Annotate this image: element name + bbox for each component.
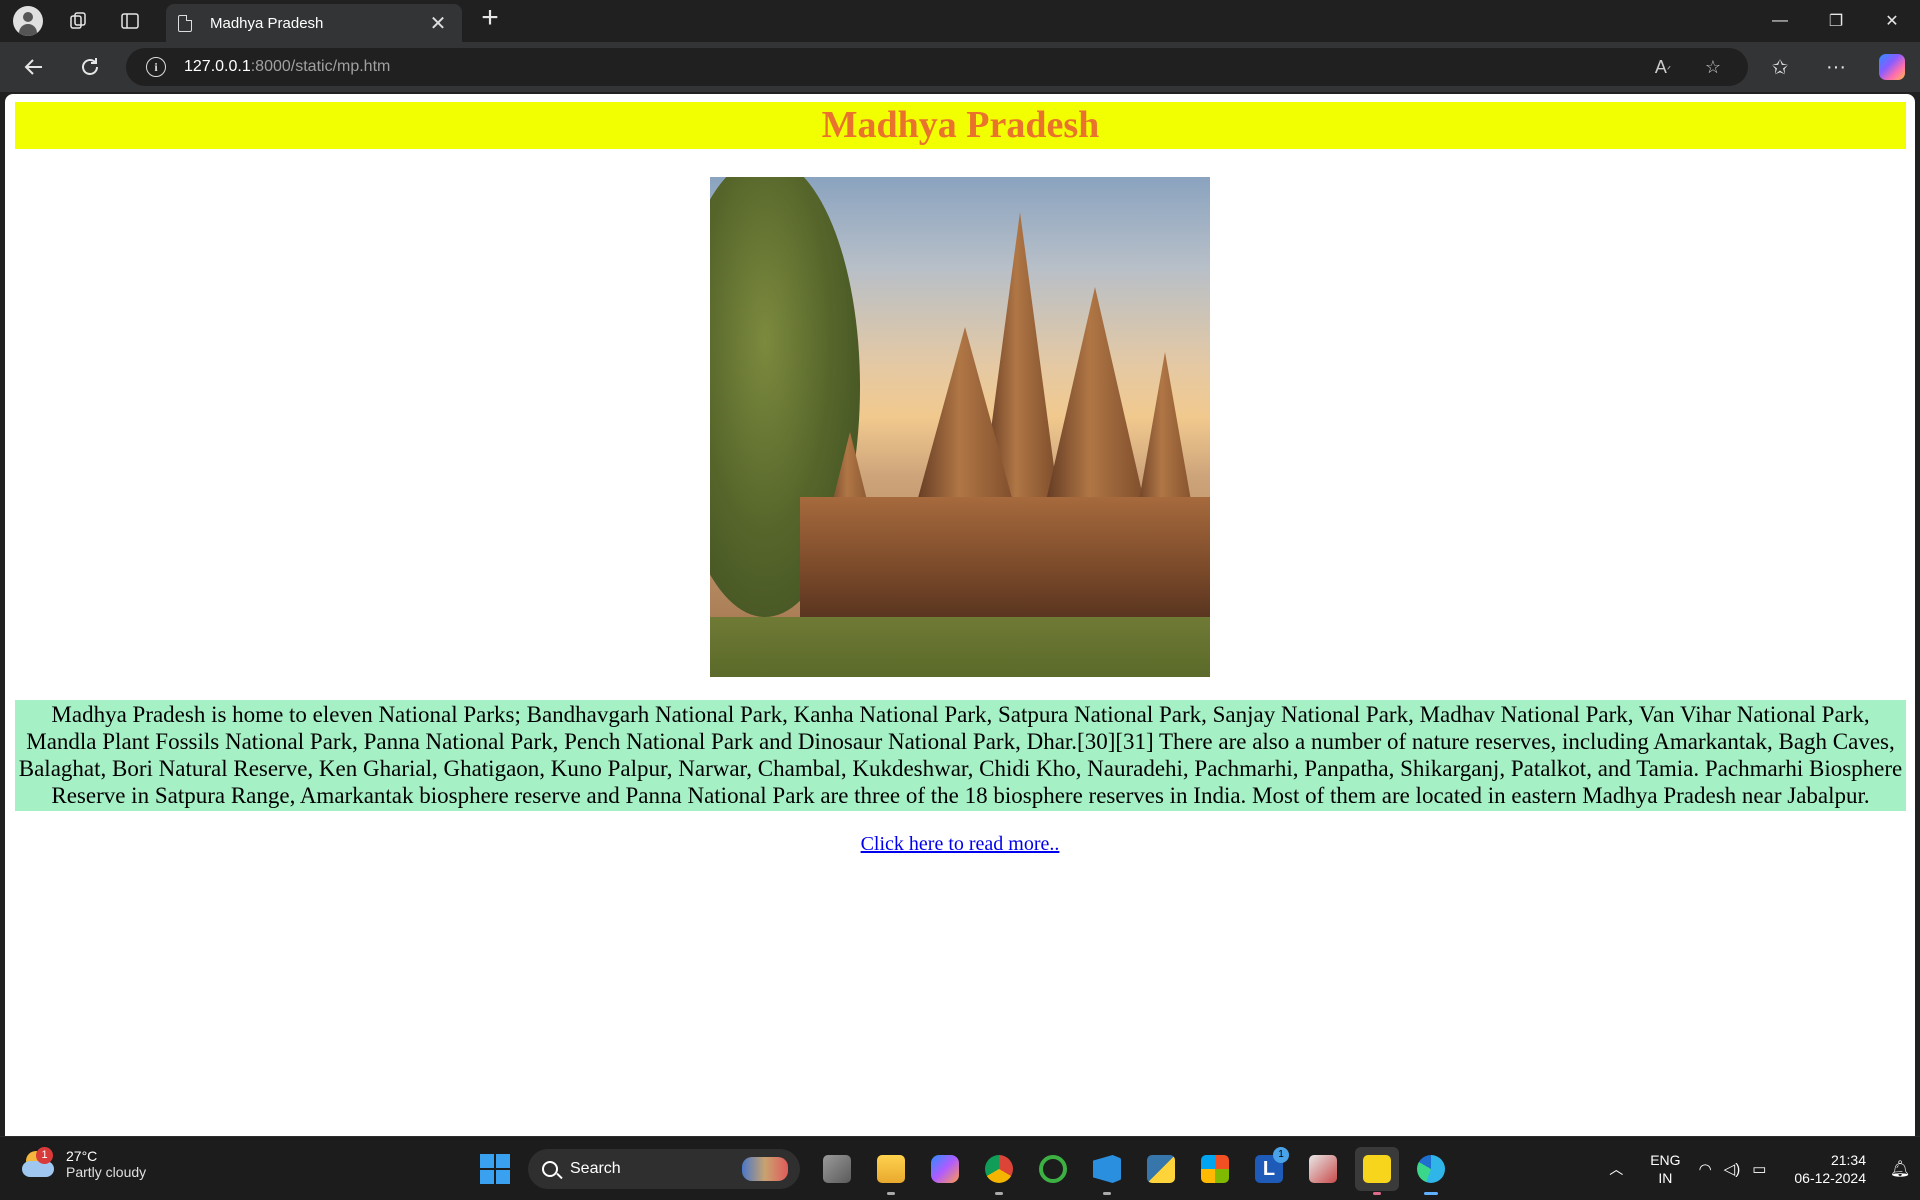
window-controls: — ❐ ✕ [1752,0,1920,42]
start-icon[interactable] [480,1154,510,1184]
new-tab-icon[interactable]: + [470,1,510,35]
clock-date: 06-12-2024 [1794,1170,1866,1186]
taskbar-search[interactable]: Search [528,1149,800,1189]
window-close-icon[interactable]: ✕ [1864,0,1920,42]
page-title: Madhya Pradesh [15,102,1906,149]
search-label: Search [570,1160,621,1177]
temple-image [710,177,1210,677]
weather-widget[interactable]: 1 27°C Partly cloudy [22,1147,147,1180]
volume-icon[interactable]: ◁) [1724,1160,1741,1178]
clock-time: 21:34 [1830,1152,1866,1168]
clock[interactable]: 21:34 06-12-2024 [1794,1151,1866,1187]
site-info-icon[interactable]: i [146,57,166,77]
back-icon[interactable] [10,47,58,87]
weather-icon: 1 [22,1147,56,1179]
profile-icon[interactable] [8,1,48,41]
browser-titlebar: Madhya Pradesh ✕ + — ❐ ✕ [0,0,1920,42]
weather-condition: Partly cloudy [66,1164,147,1180]
tab-title: Madhya Pradesh [210,14,324,32]
vscode-icon[interactable] [1085,1147,1129,1195]
workspaces-icon[interactable] [58,1,98,41]
notification-bell-icon[interactable]: 🔔︎ [1880,1159,1920,1179]
browser-tab[interactable]: Madhya Pradesh ✕ [166,4,462,42]
chevron-up-icon[interactable]: ︿ [1596,1159,1636,1179]
wifi-icon[interactable]: ◠ [1699,1160,1712,1178]
page-viewport: Madhya Pradesh Madhya Pradesh is home to… [5,94,1915,1136]
python-icon[interactable] [1139,1147,1183,1191]
search-icon [542,1161,558,1177]
weather-badge: 1 [36,1147,53,1164]
task-view-icon[interactable] [815,1147,859,1191]
battery-icon[interactable]: ▭ [1752,1160,1766,1178]
favorite-star-icon[interactable]: ☆ [1688,57,1738,78]
description-paragraph: Madhya Pradesh is home to eleven Nationa… [15,700,1906,811]
lang-code: ENG [1650,1152,1681,1168]
snipping-tool-icon[interactable] [1301,1147,1345,1191]
url-host: 127.0.0.1 [184,58,251,75]
minimize-icon[interactable]: — [1752,0,1808,42]
taskbar: 1 27°C Partly cloudy Search L1 ︿ ENG IN [0,1136,1920,1200]
close-icon[interactable]: ✕ [426,11,450,36]
ring-app-icon[interactable] [1031,1147,1075,1191]
restore-icon[interactable]: ❐ [1808,0,1864,42]
address-bar[interactable]: i 127.0.0.1:8000/static/mp.htm Aᐟ ☆ [126,48,1748,86]
temperature: 27°C [66,1148,98,1164]
refresh-icon[interactable] [66,47,114,87]
app-badge: 1 [1273,1147,1289,1163]
region-code: IN [1658,1170,1673,1186]
language-indicator[interactable]: ENG IN [1650,1151,1680,1187]
edge-icon[interactable] [1409,1147,1453,1195]
store-icon[interactable] [1193,1147,1237,1191]
sticky-notes-icon[interactable] [1355,1147,1399,1195]
launcher-l-icon[interactable]: L1 [1247,1147,1291,1191]
copilot-app-icon[interactable] [923,1147,967,1191]
copilot-icon[interactable] [1879,54,1905,80]
navigation-bar: i 127.0.0.1:8000/static/mp.htm Aᐟ ☆ ✩ ··… [0,42,1920,92]
url-path: :8000/static/mp.htm [250,58,391,75]
favorites-icon[interactable]: ✩ [1752,55,1808,80]
read-more-link[interactable]: Click here to read more.. [861,833,1060,855]
more-menu-icon[interactable]: ··· [1808,56,1864,79]
file-explorer-icon[interactable] [869,1147,913,1195]
page-icon [178,14,192,32]
chrome-icon[interactable] [977,1147,1021,1195]
vertical-tabs-icon[interactable] [110,1,150,41]
read-aloud-icon[interactable]: Aᐟ [1638,57,1688,78]
